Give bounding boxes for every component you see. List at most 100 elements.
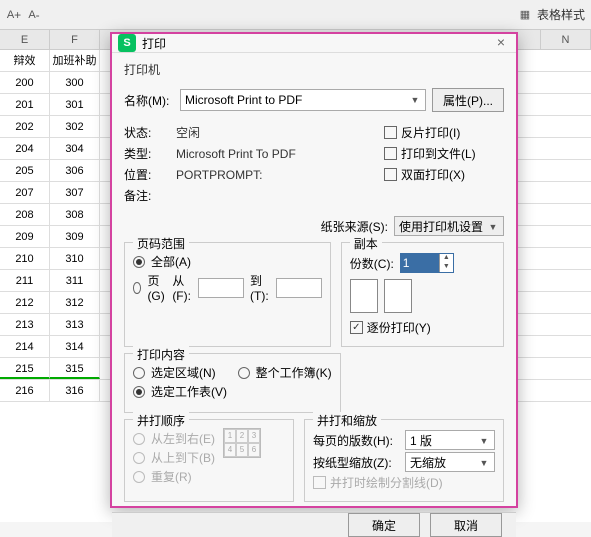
app-icon: S: [118, 34, 136, 52]
per-page-select[interactable]: 1 版 ▼: [405, 430, 495, 450]
collate-label: 逐份打印(Y): [367, 319, 431, 336]
cell[interactable]: 312: [50, 292, 100, 313]
copies-legend: 副本: [350, 235, 382, 252]
font-size-up-icon[interactable]: A+: [6, 7, 22, 23]
cell[interactable]: 310: [50, 248, 100, 269]
cell[interactable]: 300: [50, 72, 100, 93]
chevron-down-icon: ▼: [476, 455, 492, 471]
cell[interactable]: 211: [0, 270, 50, 291]
cell[interactable]: 201: [0, 94, 50, 115]
font-tools: A+ A-: [6, 7, 42, 23]
printer-section-label: 打印机: [124, 61, 504, 78]
cell[interactable]: 200: [0, 72, 50, 93]
page-range-legend: 页码范围: [133, 235, 189, 252]
zoom-select[interactable]: 无缩放 ▼: [405, 452, 495, 472]
name-label: 名称(M):: [124, 92, 174, 109]
table-style-icon[interactable]: ▦: [517, 7, 533, 23]
tb-label: 从上到下(B): [151, 449, 215, 466]
cell[interactable]: 204: [0, 138, 50, 159]
comment-label: 备注:: [124, 187, 174, 204]
cancel-button[interactable]: 取消: [430, 513, 502, 537]
repeat-radio: [133, 471, 145, 483]
cell[interactable]: 316: [50, 380, 100, 401]
cell[interactable]: 210: [0, 248, 50, 269]
where-value: PORTPROMPT:: [176, 168, 384, 182]
spin-up-icon[interactable]: ▲: [440, 254, 453, 263]
cell[interactable]: 213: [0, 314, 50, 335]
per-page-value: 1 版: [410, 432, 432, 449]
paper-source-select[interactable]: 使用打印机设置 ▼: [394, 216, 504, 236]
collate-diagram: [350, 279, 495, 313]
spin-down-icon[interactable]: ▼: [440, 263, 453, 272]
font-size-down-icon[interactable]: A-: [26, 7, 42, 23]
close-icon[interactable]: ×: [492, 34, 510, 52]
cell[interactable]: 309: [50, 226, 100, 247]
cell[interactable]: 214: [0, 336, 50, 357]
paper-source-label: 纸张来源(S):: [321, 218, 388, 235]
tofile-checkbox[interactable]: [384, 147, 397, 160]
collate-checkbox[interactable]: [350, 321, 363, 334]
cell[interactable]: 202: [0, 116, 50, 137]
chevron-down-icon: ▼: [407, 92, 423, 108]
col-header[interactable]: N: [541, 30, 591, 49]
col-header[interactable]: E: [0, 30, 50, 49]
header-cell: 辩效: [0, 50, 50, 71]
cell[interactable]: 311: [50, 270, 100, 291]
workbook-radio[interactable]: [238, 367, 250, 379]
status-value: 空闲: [176, 124, 384, 141]
chevron-down-icon: ▼: [485, 219, 501, 235]
copies-label: 份数(C):: [350, 255, 394, 272]
cell[interactable]: 315: [50, 358, 100, 379]
selection-radio[interactable]: [133, 367, 145, 379]
zoom-value: 无缩放: [410, 454, 446, 471]
scale-legend: 并打和缩放: [313, 412, 381, 429]
duplex-label: 双面打印(X): [401, 166, 465, 183]
sheet-label: 选定工作表(V): [151, 383, 227, 400]
cell[interactable]: 307: [50, 182, 100, 203]
copies-value: 1: [401, 254, 439, 272]
to-input[interactable]: [276, 278, 322, 298]
where-label: 位置:: [124, 166, 174, 183]
selection-label: 选定区域(N): [151, 364, 216, 381]
copies-spinner[interactable]: 1 ▲▼: [400, 253, 454, 273]
cell[interactable]: 207: [0, 182, 50, 203]
cell[interactable]: 212: [0, 292, 50, 313]
chevron-down-icon: ▼: [476, 433, 492, 449]
scale-fieldset: 并打和缩放 每页的版数(H): 1 版▼ 按纸型缩放(Z): 无缩放▼ 并打时绘…: [304, 419, 504, 502]
pages-radio[interactable]: [133, 282, 141, 294]
tofile-label: 打印到文件(L): [401, 145, 476, 162]
properties-button[interactable]: 属性(P)...: [432, 88, 504, 112]
per-page-label: 每页的版数(H):: [313, 432, 399, 449]
col-header[interactable]: F: [50, 30, 100, 49]
cell[interactable]: 304: [50, 138, 100, 159]
ok-button[interactable]: 确定: [348, 513, 420, 537]
printer-name-select[interactable]: Microsoft Print to PDF ▼: [180, 89, 426, 111]
cell[interactable]: 216: [0, 380, 50, 401]
paper-source-value: 使用打印机设置: [399, 218, 483, 235]
dialog-footer: 确定 取消: [112, 512, 516, 537]
status-label: 状态:: [124, 124, 174, 141]
printer-name-value: Microsoft Print to PDF: [185, 93, 302, 107]
from-input[interactable]: [198, 278, 244, 298]
cell[interactable]: 313: [50, 314, 100, 335]
cell[interactable]: 215: [0, 358, 50, 379]
repeat-label: 重复(R): [151, 468, 192, 485]
order-diagram-icon: 123456: [223, 428, 261, 458]
cell[interactable]: 208: [0, 204, 50, 225]
sheet-radio[interactable]: [133, 386, 145, 398]
cell[interactable]: 205: [0, 160, 50, 181]
cell[interactable]: 306: [50, 160, 100, 181]
workbook-label: 整个工作簿(K): [256, 364, 332, 381]
reverse-checkbox[interactable]: [384, 126, 397, 139]
header-cell: 加班补助: [50, 50, 100, 71]
cell[interactable]: 314: [50, 336, 100, 357]
cell[interactable]: 301: [50, 94, 100, 115]
cell[interactable]: 308: [50, 204, 100, 225]
drawlines-checkbox: [313, 476, 326, 489]
cell[interactable]: 302: [50, 116, 100, 137]
cell[interactable]: 209: [0, 226, 50, 247]
duplex-checkbox[interactable]: [384, 168, 397, 181]
all-pages-radio[interactable]: [133, 256, 145, 268]
dialog-titlebar[interactable]: S 打印 ×: [112, 34, 516, 53]
from-label: 从(F):: [172, 272, 192, 303]
